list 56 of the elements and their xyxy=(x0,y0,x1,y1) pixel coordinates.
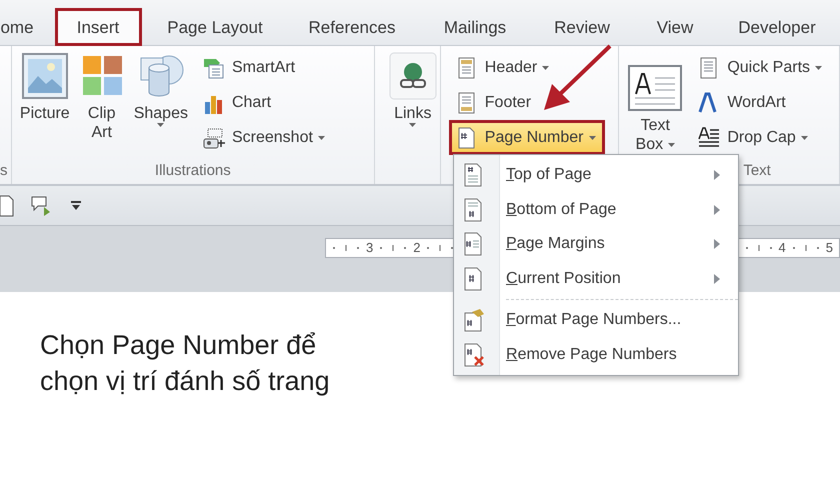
ruler-number: 4 xyxy=(778,239,786,258)
caret-icon xyxy=(800,136,808,140)
ribbon-tab[interactable]: View xyxy=(640,8,710,46)
submenu-arrow-icon xyxy=(714,170,720,180)
ribbon-tab[interactable]: Review xyxy=(542,8,622,46)
caret-icon xyxy=(588,136,596,140)
group-label: Illustrations xyxy=(154,161,232,181)
ribbon-button[interactable]: Picture xyxy=(20,52,70,124)
group-label: s xyxy=(0,161,8,181)
menu-item[interactable]: Page Margins xyxy=(454,227,738,262)
menu-item[interactable]: Top of Page xyxy=(454,158,738,192)
caption-text: Chọn Page Number để chọn vị trí đánh số trang xyxy=(40,329,331,398)
customize-icon xyxy=(70,200,82,210)
ribbon-button[interactable]: Text Box xyxy=(627,52,684,154)
ribbon-button[interactable]: Chart xyxy=(196,85,334,120)
caret-icon xyxy=(409,123,416,128)
ribbon-button[interactable]: Page Number xyxy=(448,120,604,155)
caret-icon xyxy=(815,66,822,70)
text-box-icon xyxy=(627,64,684,112)
smartart-icon xyxy=(202,56,225,78)
drop-cap-icon xyxy=(698,126,720,148)
submenu-arrow-icon xyxy=(714,204,720,215)
format-page-numbers-icon xyxy=(462,308,486,332)
ribbon-tab[interactable]: ome xyxy=(0,8,42,46)
ribbon-tab[interactable]: Mailings xyxy=(430,8,520,46)
page-icon xyxy=(0,194,14,216)
ribbon-tab[interactable]: References xyxy=(302,8,402,46)
screenshot-icon xyxy=(202,126,225,148)
ruler-number: 2 xyxy=(413,239,420,258)
group-label: Text xyxy=(743,161,771,181)
ruler-number: 5 xyxy=(826,239,833,258)
ribbon-button[interactable]: SmartArt xyxy=(196,50,334,85)
ribbon-tab[interactable]: Insert xyxy=(54,8,142,46)
menu-item[interactable]: Current Position xyxy=(454,262,738,296)
submenu-arrow-icon xyxy=(714,274,720,284)
ribbon-button[interactable]: WordArt xyxy=(691,85,832,120)
menu-item[interactable]: Remove Page Numbers xyxy=(454,338,738,372)
ribbon-button[interactable]: Shapes xyxy=(134,52,188,128)
caret-icon xyxy=(318,136,325,140)
ribbon-button[interactable]: Links xyxy=(388,52,437,128)
submenu-arrow-icon xyxy=(714,239,720,250)
ribbon-tab[interactable]: Developer xyxy=(727,8,827,46)
caret-icon xyxy=(157,123,164,128)
menu-item[interactable]: Format Page Numbers... xyxy=(454,303,738,338)
ribbon-button[interactable]: Screenshot xyxy=(196,120,334,155)
ribbon-button[interactable]: Quick Parts xyxy=(691,50,832,85)
ribbon-button[interactable]: Clip Art xyxy=(78,52,126,142)
caret-icon xyxy=(542,66,550,70)
ribbon-tab[interactable]: Page Layout xyxy=(160,8,270,46)
ribbon-button[interactable]: Drop Cap xyxy=(691,120,832,155)
picture-icon xyxy=(20,52,69,100)
links-icon xyxy=(388,52,437,100)
ruler-number: 3 xyxy=(366,239,374,258)
ribbon-button[interactable]: Header xyxy=(448,50,604,85)
caret-icon xyxy=(668,142,676,147)
remove-page-numbers-icon xyxy=(462,342,486,367)
